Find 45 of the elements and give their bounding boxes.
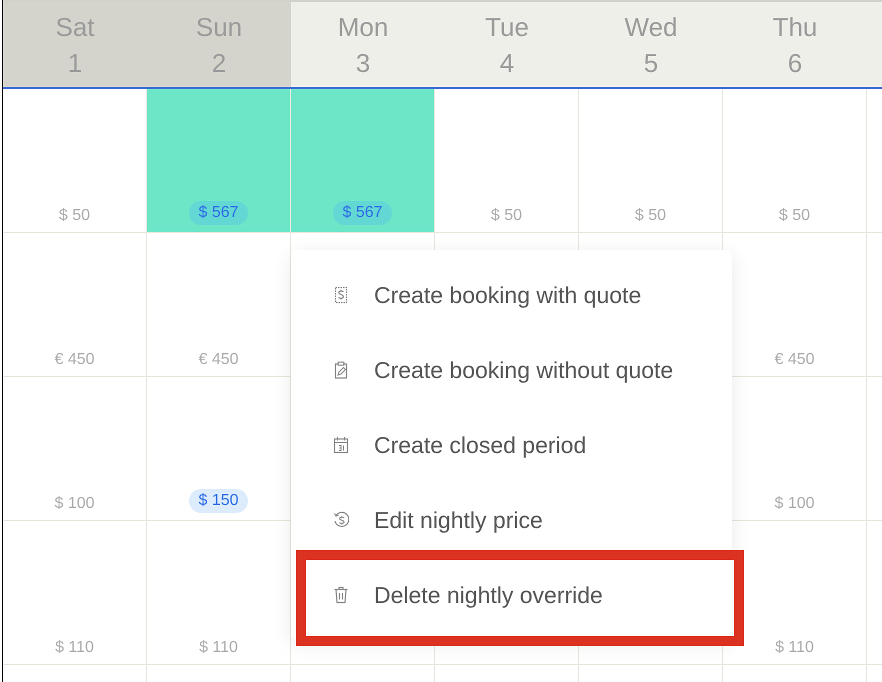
price-label: $ 50 <box>58 206 90 226</box>
calendar-icon <box>333 436 349 454</box>
receipt-dollar-icon <box>333 286 349 304</box>
trash-icon <box>333 586 349 604</box>
price-label: $ 50 <box>634 206 666 226</box>
calendar-cell[interactable]: € 450 <box>3 233 147 377</box>
day-name: Wed <box>624 11 678 44</box>
day-number: 6 <box>788 47 802 80</box>
calendar-cell[interactable]: $ 50 <box>723 89 867 233</box>
calendar-cell[interactable]: $ 100 <box>3 377 147 521</box>
day-number: 4 <box>500 47 514 80</box>
calendar-cell[interactable]: $ 567 <box>147 89 291 233</box>
price-badge: $ 567 <box>189 201 248 225</box>
price-label: $ 50 <box>490 206 522 226</box>
day-name: Sat <box>55 11 95 44</box>
price-label: $ 100 <box>774 494 815 514</box>
day-number: 1 <box>68 47 82 80</box>
price-label: $ 110 <box>775 638 814 658</box>
calendar-cell[interactable]: $ 567 <box>291 89 435 233</box>
calendar-cell[interactable]: $ 50 <box>3 89 147 233</box>
price-label: $ 100 <box>54 494 95 514</box>
price-label: € 450 <box>54 350 95 370</box>
price-badge: $ 567 <box>333 201 392 225</box>
clipboard-pencil-icon <box>333 361 349 379</box>
day-name: Sun <box>196 11 242 44</box>
day-name: Tue <box>485 11 529 44</box>
price-label: $ 110 <box>55 638 94 658</box>
price-label: $ 110 <box>199 638 238 658</box>
calendar-cell[interactable]: $ 110 <box>147 521 291 665</box>
calendar-cell[interactable]: € 450 <box>147 233 291 377</box>
calendar-cell[interactable]: $ 50 <box>579 89 723 233</box>
day-name: Mon <box>338 11 388 44</box>
price-label: € 450 <box>774 350 815 370</box>
calendar-cell[interactable]: $ 110 <box>723 521 867 665</box>
calendar-cell[interactable]: $ 110 <box>3 521 147 665</box>
day-name: Thu <box>772 11 818 44</box>
day-number: 2 <box>212 47 226 80</box>
dollar-refresh-icon <box>333 511 349 529</box>
price-badge: $ 150 <box>189 489 248 513</box>
calendar-cell[interactable]: $ 150 <box>147 377 291 521</box>
day-number: 5 <box>644 47 658 80</box>
calendar-cell[interactable]: $ 50 <box>435 89 579 233</box>
price-label: € 450 <box>198 350 239 370</box>
day-number: 3 <box>356 47 370 80</box>
price-label: $ 50 <box>778 206 810 226</box>
